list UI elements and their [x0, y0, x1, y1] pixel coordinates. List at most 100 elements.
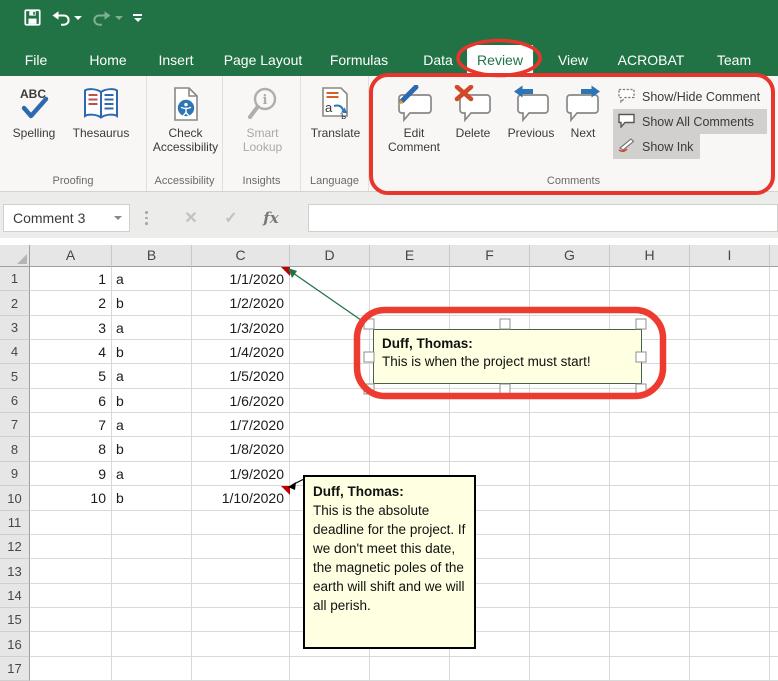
cell-I4[interactable] [690, 340, 770, 364]
name-box-dropdown-icon[interactable] [107, 216, 129, 220]
row-header-13[interactable]: 13 [0, 559, 30, 584]
column-header-E[interactable]: E [370, 245, 450, 267]
show-all-comments-button[interactable]: Show All Comments [613, 109, 768, 134]
cell-x4[interactable] [770, 340, 778, 364]
cell-E2[interactable] [370, 291, 450, 316]
comment-box-selected[interactable]: Duff, Thomas: This is when the project m… [373, 329, 642, 384]
cell-C14[interactable] [192, 584, 290, 608]
cell-F7[interactable] [450, 413, 530, 437]
cell-C16[interactable] [192, 632, 290, 657]
cell-I15[interactable] [690, 608, 770, 632]
cell-H9[interactable] [610, 462, 690, 486]
cell-G7[interactable] [530, 413, 610, 437]
cell-A14[interactable] [30, 584, 112, 608]
cell-A3[interactable]: 3 [30, 316, 112, 340]
cell-B2[interactable]: b [112, 291, 192, 316]
cell-x16[interactable] [770, 632, 778, 657]
delete-comment-button[interactable]: Delete [445, 80, 501, 140]
undo-button[interactable] [51, 10, 82, 26]
cell-I5[interactable] [690, 364, 770, 389]
show-ink-button[interactable]: Show Ink [613, 134, 701, 159]
cell-I7[interactable] [690, 413, 770, 437]
row-header-17[interactable]: 17 [0, 657, 30, 681]
tab-home[interactable]: Home [79, 45, 136, 76]
customize-quick-access-icon[interactable] [133, 13, 142, 22]
row-header-6[interactable]: 6 [0, 389, 30, 413]
column-header-H[interactable]: H [610, 245, 690, 267]
cell-B10[interactable]: b [112, 486, 192, 511]
cell-D7[interactable] [290, 413, 370, 437]
comment-box-deadline[interactable]: Duff, Thomas: This is the absolute deadl… [303, 475, 476, 649]
cell-C7[interactable]: 1/7/2020 [192, 413, 290, 437]
cell-x9[interactable] [770, 462, 778, 486]
spelling-button[interactable]: ABC Spelling [4, 80, 64, 140]
cell-G12[interactable] [530, 535, 610, 559]
cell-G15[interactable] [530, 608, 610, 632]
cell-G16[interactable] [530, 632, 610, 657]
cell-A4[interactable]: 4 [30, 340, 112, 364]
cell-I16[interactable] [690, 632, 770, 657]
cell-B5[interactable]: a [112, 364, 192, 389]
cell-x12[interactable] [770, 535, 778, 559]
cell-B9[interactable]: a [112, 462, 192, 486]
redo-button[interactable] [92, 10, 123, 26]
row-header-16[interactable]: 16 [0, 632, 30, 657]
cancel-button[interactable]: ✕ [178, 208, 204, 228]
cell-x6[interactable] [770, 389, 778, 413]
cell-I8[interactable] [690, 437, 770, 462]
tab-view[interactable]: View [548, 45, 598, 76]
cell-A9[interactable]: 9 [30, 462, 112, 486]
cell-A7[interactable]: 7 [30, 413, 112, 437]
row-header-8[interactable]: 8 [0, 437, 30, 462]
cell-I3[interactable] [690, 316, 770, 340]
cell-x3[interactable] [770, 316, 778, 340]
cell-D5[interactable] [290, 364, 370, 389]
cell-C2[interactable]: 1/2/2020 [192, 291, 290, 316]
cell-H1[interactable] [610, 267, 690, 291]
thesaurus-button[interactable]: Thesaurus [64, 80, 138, 140]
cell-C4[interactable]: 1/4/2020 [192, 340, 290, 364]
cell-A2[interactable]: 2 [30, 291, 112, 316]
cell-D2[interactable] [290, 291, 370, 316]
cell-B7[interactable]: a [112, 413, 192, 437]
cell-C10[interactable]: 1/10/2020 [192, 486, 290, 511]
cell-x11[interactable] [770, 511, 778, 535]
cell-G1[interactable] [530, 267, 610, 291]
column-header-F[interactable]: F [450, 245, 530, 267]
enter-button[interactable]: ✓ [218, 208, 244, 228]
cell-D17[interactable] [290, 657, 370, 681]
cell-G13[interactable] [530, 559, 610, 584]
column-header-B[interactable]: B [112, 245, 192, 267]
cell-G11[interactable] [530, 511, 610, 535]
column-header-G[interactable]: G [530, 245, 610, 267]
cell-B8[interactable]: b [112, 437, 192, 462]
cell-C3[interactable]: 1/3/2020 [192, 316, 290, 340]
cell-I6[interactable] [690, 389, 770, 413]
cell-D3[interactable] [290, 316, 370, 340]
cell-A11[interactable] [30, 511, 112, 535]
cell-x5[interactable] [770, 364, 778, 389]
column-header-I[interactable]: I [690, 245, 770, 267]
column-header-A[interactable]: A [30, 245, 112, 267]
resize-handle-5[interactable] [363, 383, 375, 395]
cell-B13[interactable] [112, 559, 192, 584]
cell-x2[interactable] [770, 291, 778, 316]
resize-handle-6[interactable] [499, 383, 511, 395]
row-header-9[interactable]: 9 [0, 462, 30, 486]
row-header-3[interactable]: 3 [0, 316, 30, 340]
save-icon[interactable] [24, 9, 41, 26]
cell-A17[interactable] [30, 657, 112, 681]
row-header-1[interactable]: 1 [0, 267, 30, 291]
formula-input[interactable] [308, 204, 778, 232]
cell-A12[interactable] [30, 535, 112, 559]
cell-H11[interactable] [610, 511, 690, 535]
cell-B12[interactable] [112, 535, 192, 559]
cell-B1[interactable]: a [112, 267, 192, 291]
cell-H10[interactable] [610, 486, 690, 511]
column-header-partial[interactable] [770, 245, 778, 267]
tab-acrobat[interactable]: ACROBAT [608, 45, 695, 76]
cell-B17[interactable] [112, 657, 192, 681]
cell-x13[interactable] [770, 559, 778, 584]
cell-I2[interactable] [690, 291, 770, 316]
cell-H16[interactable] [610, 632, 690, 657]
